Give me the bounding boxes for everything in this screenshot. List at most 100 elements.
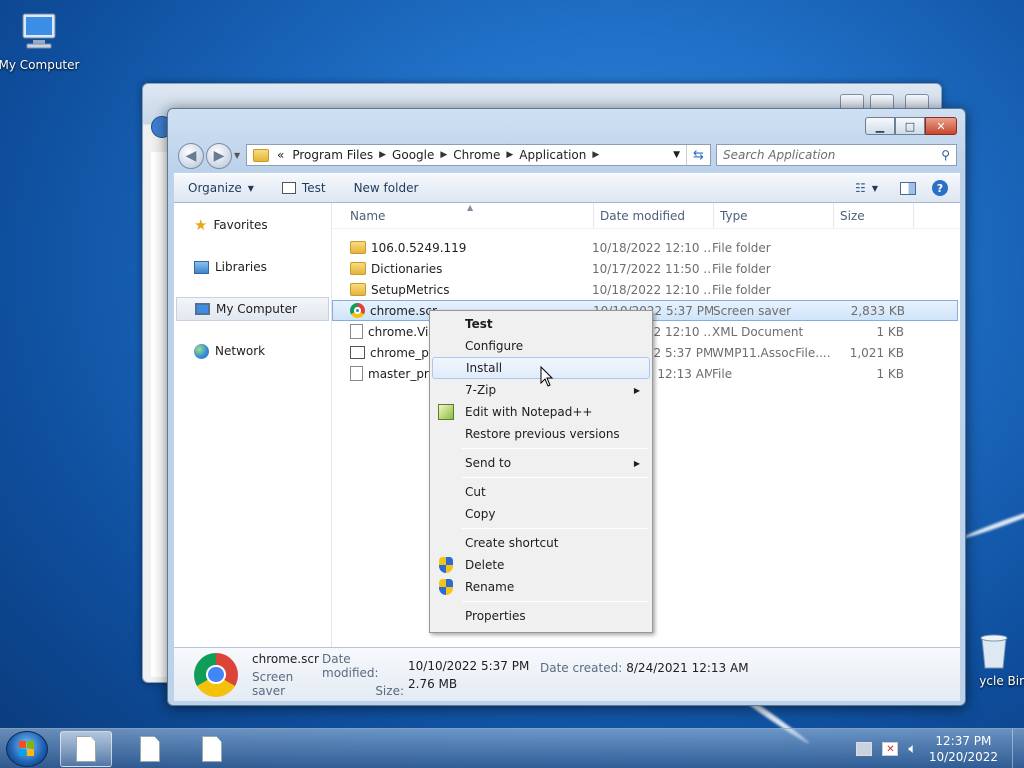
- submenu-arrow-icon: ▶: [633, 458, 640, 468]
- taskbar-app-explorer-1[interactable]: [60, 731, 112, 767]
- details-created-value: 8/24/2021 12:13 AM: [626, 661, 749, 675]
- action-center-icon[interactable]: ✕: [882, 742, 899, 756]
- nav-item-libraries[interactable]: Libraries: [174, 255, 331, 279]
- preview-pane-icon: [900, 181, 916, 195]
- back-button[interactable]: ◀: [178, 143, 204, 169]
- menu-item-cut[interactable]: Cut: [432, 481, 650, 503]
- back-arrow-icon: ◀: [185, 148, 197, 164]
- breadcrumb-chrome[interactable]: Chrome: [449, 148, 504, 162]
- recent-pages-dropdown[interactable]: ▼: [234, 151, 240, 160]
- help-icon: ?: [932, 180, 948, 196]
- organize-button[interactable]: Organize ▼: [174, 181, 268, 195]
- chevron-right-icon[interactable]: ▶: [377, 150, 388, 160]
- details-modified-value: 10/10/2022 5:37 PM: [408, 658, 530, 673]
- menu-label: Delete: [465, 558, 505, 572]
- taskbar-app-explorer-2[interactable]: [124, 731, 176, 767]
- address-dropdown-icon[interactable]: ▼: [667, 150, 686, 160]
- file-size: 1,021 KB: [849, 345, 904, 360]
- clock[interactable]: 12:37 PM 10/20/2022: [917, 733, 1012, 765]
- show-desktop-button[interactable]: [1012, 729, 1024, 768]
- new-folder-button[interactable]: New folder: [340, 181, 433, 195]
- folder-icon: [350, 283, 366, 296]
- clock-date: 10/20/2022: [928, 750, 998, 764]
- menu-separator: [462, 477, 648, 478]
- menu-item-test[interactable]: Test: [432, 313, 650, 335]
- menu-item-rename[interactable]: Rename: [432, 576, 650, 598]
- chevron-right-icon[interactable]: ▶: [504, 150, 515, 160]
- table-row[interactable]: 106.0.5249.119 10/18/2022 12:10 ... File…: [332, 237, 960, 258]
- xml-file-icon: [350, 324, 363, 339]
- file-date: 10/18/2022 12:10 ...: [592, 240, 712, 255]
- window-caption-buttons: ▁ □ ✕: [865, 117, 957, 135]
- nav-item-favorites[interactable]: ★ Favorites: [174, 213, 331, 237]
- file-date: 10/17/2022 11:50 ...: [592, 261, 712, 276]
- forward-button[interactable]: ▶: [206, 143, 232, 169]
- breadcrumb-program-files[interactable]: Program Files: [288, 148, 377, 162]
- menu-item-configure[interactable]: Configure: [432, 335, 650, 357]
- menu-label: Send to: [465, 456, 512, 470]
- view-list-icon: ☷: [855, 181, 866, 195]
- star-icon: ★: [194, 216, 208, 234]
- file-type: File folder: [712, 240, 771, 255]
- menu-item-copy[interactable]: Copy: [432, 503, 650, 525]
- menu-item-restore-versions[interactable]: Restore previous versions: [432, 423, 650, 445]
- table-row[interactable]: SetupMetrics 10/18/2022 12:10 ... File f…: [332, 279, 960, 300]
- search-icon[interactable]: ⚲: [941, 148, 950, 162]
- breadcrumb-google[interactable]: Google: [388, 148, 438, 162]
- close-button[interactable]: ✕: [925, 117, 957, 135]
- start-button[interactable]: [6, 731, 48, 767]
- details-filetype: Screen saver: [252, 669, 294, 698]
- maximize-button[interactable]: □: [895, 117, 925, 135]
- file-type: WMP11.AssocFile....: [712, 345, 830, 360]
- network-status-icon[interactable]: [856, 742, 873, 756]
- file-name: SetupMetrics: [371, 282, 450, 297]
- table-row[interactable]: Dictionaries 10/17/2022 11:50 ... File f…: [332, 258, 960, 279]
- nav-item-my-computer[interactable]: My Computer: [176, 297, 329, 321]
- file-name: master_pre: [368, 366, 436, 381]
- nav-item-network[interactable]: Network: [174, 339, 331, 363]
- new-folder-label: New folder: [353, 181, 419, 195]
- minimize-button[interactable]: ▁: [865, 117, 895, 135]
- nav-label: Network: [215, 344, 266, 358]
- help-button[interactable]: ?: [924, 180, 960, 196]
- refresh-icon[interactable]: ⇆: [686, 145, 710, 165]
- chevron-right-icon[interactable]: ▶: [590, 150, 601, 160]
- menu-item-properties[interactable]: Properties: [432, 605, 650, 627]
- change-view-button[interactable]: ☷ ▼: [841, 181, 892, 195]
- menu-separator: [462, 528, 648, 529]
- nav-label: Libraries: [215, 260, 267, 274]
- library-icon: [194, 260, 209, 274]
- search-box[interactable]: Search Application ⚲: [716, 144, 957, 166]
- column-header-date[interactable]: Date modified: [594, 203, 714, 228]
- address-bar[interactable]: « Program Files ▶ Google ▶ Chrome ▶ Appl…: [246, 144, 711, 166]
- test-label: Test: [301, 181, 326, 195]
- chevron-right-icon[interactable]: ▶: [438, 150, 449, 160]
- menu-item-create-shortcut[interactable]: Create shortcut: [432, 532, 650, 554]
- column-header-type[interactable]: Type: [714, 203, 834, 228]
- details-size-value: 2.76 MB: [408, 676, 458, 691]
- network-icon: [194, 343, 209, 359]
- test-button[interactable]: Test: [268, 181, 340, 195]
- preview-pane-button[interactable]: [892, 181, 924, 195]
- menu-item-send-to[interactable]: Send to ▶: [432, 452, 650, 474]
- document-icon: [140, 736, 160, 762]
- folder-icon: [350, 262, 366, 275]
- breadcrumb-overflow[interactable]: «: [273, 148, 288, 162]
- file-name: chrome.scr: [370, 303, 437, 318]
- volume-icon[interactable]: 🔈︎: [908, 741, 916, 757]
- file-name: Dictionaries: [371, 261, 443, 276]
- menu-separator: [462, 601, 648, 602]
- chrome-icon: [350, 303, 365, 318]
- mouse-cursor-icon: [540, 366, 554, 387]
- navigation-pane: ★ Favorites Libraries My Computer Networ…: [174, 203, 332, 647]
- menu-label: 7-Zip: [465, 383, 497, 397]
- search-input[interactable]: Search Application: [723, 148, 835, 162]
- column-header-size[interactable]: Size: [834, 203, 914, 228]
- desktop-icon-my-computer[interactable]: My Computer: [0, 10, 84, 72]
- taskbar-app-explorer-3[interactable]: [186, 731, 238, 767]
- menu-item-edit-notepad[interactable]: Edit with Notepad++: [432, 401, 650, 423]
- menu-item-delete[interactable]: Delete: [432, 554, 650, 576]
- column-header-name[interactable]: Name: [332, 203, 594, 228]
- close-icon: ✕: [936, 119, 946, 133]
- breadcrumb-application[interactable]: Application: [515, 148, 590, 162]
